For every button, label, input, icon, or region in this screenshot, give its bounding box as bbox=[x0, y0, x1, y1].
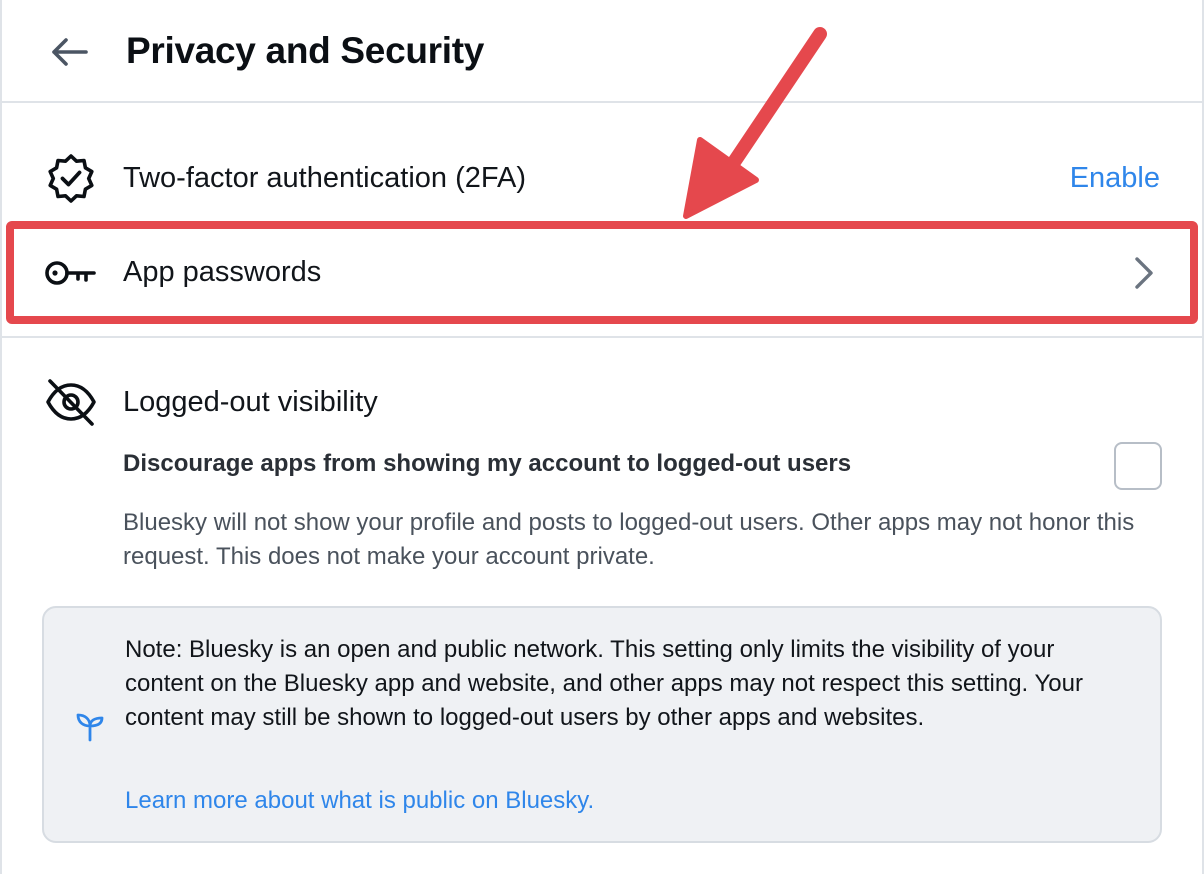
section-divider bbox=[0, 336, 1204, 338]
logged-out-visibility-label: Logged-out visibility bbox=[123, 385, 378, 418]
arrow-left-icon bbox=[52, 38, 88, 66]
two-factor-label: Two-factor authentication (2FA) bbox=[123, 161, 526, 194]
two-factor-row: Two-factor authentication (2FA) Enable bbox=[0, 148, 1204, 208]
left-border bbox=[0, 0, 2, 874]
back-button[interactable] bbox=[44, 30, 94, 74]
annotation-highlight-box bbox=[6, 221, 1198, 324]
note-text: Note: Bluesky is an open and public netw… bbox=[125, 636, 1083, 731]
page-header: Privacy and Security bbox=[0, 0, 1204, 103]
badge-check-icon bbox=[44, 151, 98, 205]
note-box: Note: Bluesky is an open and public netw… bbox=[42, 606, 1162, 843]
logged-out-visibility-row: Logged-out visibility bbox=[0, 372, 1204, 432]
discourage-apps-title: Discourage apps from showing my account … bbox=[123, 450, 852, 477]
discourage-apps-checkbox[interactable] bbox=[1114, 442, 1162, 490]
page-title: Privacy and Security bbox=[126, 30, 485, 71]
eye-slash-icon bbox=[44, 375, 98, 429]
discourage-apps-description: Bluesky will not show your profile and p… bbox=[123, 509, 1135, 570]
settings-page: Privacy and Security Two-factor authenti… bbox=[0, 0, 1204, 874]
enable-2fa-link[interactable]: Enable bbox=[1070, 162, 1160, 195]
learn-more-link[interactable]: Learn more about what is public on Blues… bbox=[125, 787, 594, 815]
sprout-icon bbox=[76, 713, 104, 742]
